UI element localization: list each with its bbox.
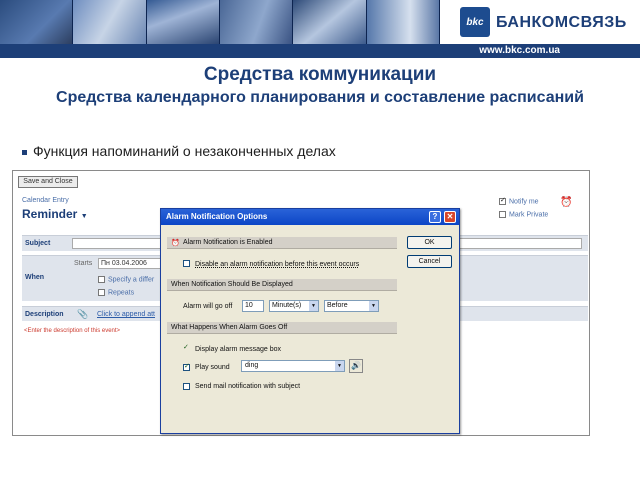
alarm-clock-icon: ⏰ bbox=[171, 240, 180, 247]
help-button[interactable]: ? bbox=[429, 211, 441, 223]
enabled-group-header: ⏰ Alarm Notification is Enabled bbox=[167, 237, 397, 249]
disable-checkbox[interactable] bbox=[183, 260, 190, 267]
play-sound-checkbox[interactable] bbox=[183, 362, 190, 371]
when-label: When bbox=[25, 274, 45, 281]
slide-title: Средства коммуникации bbox=[203, 64, 437, 85]
slide-subtitle: Средства календарного планирования и сос… bbox=[56, 89, 584, 106]
bullet-square-icon bbox=[22, 149, 27, 155]
checkbox-icon bbox=[499, 211, 506, 218]
save-and-close-button[interactable]: Save and Close bbox=[18, 176, 78, 188]
display-message-label: Display alarm message box bbox=[195, 346, 281, 353]
notify-me-label: Notify me bbox=[509, 198, 539, 206]
bullet-item: Функция напоминаний о незаконченных дела… bbox=[22, 143, 336, 159]
entry-type-dropdown[interactable]: Reminder ▼ bbox=[22, 207, 88, 221]
subject-label: Subject bbox=[25, 240, 51, 247]
alarm-notification-dialog: Alarm Notification Options ? ✕ ⏰ Alarm N… bbox=[160, 208, 460, 434]
repeats-label: Repeats bbox=[108, 289, 135, 297]
dialog-title: Alarm Notification Options bbox=[166, 212, 268, 221]
mark-private-label: Mark Private bbox=[509, 211, 549, 219]
photo-strip bbox=[0, 0, 440, 44]
play-sound-label: Play sound bbox=[195, 364, 230, 371]
go-off-label: Alarm will go off bbox=[183, 303, 233, 310]
description-label: Description bbox=[25, 311, 64, 318]
when-group-header: When Notification Should Be Displayed bbox=[167, 279, 397, 291]
cancel-button[interactable]: Cancel bbox=[407, 255, 452, 268]
disable-option-label: Disable an alarm notification before thi… bbox=[195, 261, 360, 268]
enabled-header-label: Alarm Notification is Enabled bbox=[183, 239, 273, 246]
happens-group-header: What Happens When Alarm Goes Off bbox=[167, 322, 397, 334]
alarm-clock-icon[interactable]: ⏰ bbox=[560, 197, 572, 208]
entry-type-label: Reminder bbox=[22, 207, 78, 221]
banner-photo bbox=[0, 0, 74, 44]
checkbox-icon bbox=[98, 276, 105, 283]
banner-photo bbox=[146, 0, 220, 44]
relation-select[interactable]: Before ▼ bbox=[324, 300, 379, 312]
banner-photo bbox=[219, 0, 294, 44]
paperclip-icon[interactable]: 📎 bbox=[77, 309, 88, 320]
happens-header-label: What Happens When Alarm Goes Off bbox=[171, 324, 288, 331]
specify-checkbox[interactable]: Specify a differ bbox=[98, 276, 154, 283]
logo-area: bkc БАНКОМСВЯЗЬ bbox=[440, 0, 640, 44]
display-message-checkbox[interactable] bbox=[183, 343, 190, 353]
time-unit-value: Minute(s) bbox=[272, 302, 302, 309]
chevron-down-icon: ▼ bbox=[80, 213, 88, 220]
relation-value: Before bbox=[327, 302, 348, 309]
mail-notification-checkbox[interactable] bbox=[183, 383, 190, 390]
mail-notification-label: Send mail notification with subject bbox=[195, 383, 301, 390]
speaker-icon[interactable]: 🔊 bbox=[349, 359, 363, 373]
banner-photo bbox=[73, 0, 147, 44]
dialog-titlebar[interactable]: Alarm Notification Options ? ✕ bbox=[161, 209, 459, 225]
bullet-text: Функция напоминаний о незаконченных дела… bbox=[33, 143, 336, 159]
specify-label: Specify a differ bbox=[108, 276, 155, 284]
append-attachment-link[interactable]: Click to append att bbox=[97, 311, 155, 318]
chevron-down-icon: ▼ bbox=[369, 301, 378, 311]
ok-button[interactable]: OK bbox=[407, 236, 452, 249]
site-url: www.bkc.com.ua bbox=[479, 45, 560, 56]
chevron-down-icon: ▼ bbox=[335, 361, 344, 371]
calendar-entry-label: Calendar Entry bbox=[22, 197, 69, 204]
brand-logo-icon: bkc bbox=[460, 7, 490, 37]
banner-photo bbox=[293, 0, 367, 44]
starts-label: Starts bbox=[74, 260, 93, 267]
brand-name: БАНКОМСВЯЗЬ bbox=[496, 14, 627, 31]
notify-me-checkbox[interactable]: Notify me bbox=[499, 196, 539, 206]
mark-private-checkbox[interactable]: Mark Private bbox=[499, 211, 548, 218]
banner-photo bbox=[366, 0, 440, 44]
repeats-checkbox[interactable]: Repeats bbox=[98, 289, 134, 296]
go-off-value-input[interactable]: 10 bbox=[242, 300, 264, 312]
when-header-label: When Notification Should Be Displayed bbox=[171, 281, 293, 288]
time-unit-select[interactable]: Minute(s) ▼ bbox=[269, 300, 319, 312]
checkbox-icon bbox=[98, 289, 105, 296]
close-button[interactable]: ✕ bbox=[444, 211, 456, 223]
start-date-input[interactable]: Пн 03.04.2006 bbox=[98, 258, 164, 269]
chevron-down-icon: ▼ bbox=[309, 301, 318, 311]
sound-value: ding bbox=[245, 362, 259, 369]
checkbox-icon bbox=[499, 196, 506, 205]
description-hint[interactable]: <Enter the description of this event> bbox=[24, 328, 120, 334]
sound-select[interactable]: ding ▼ bbox=[241, 360, 345, 372]
